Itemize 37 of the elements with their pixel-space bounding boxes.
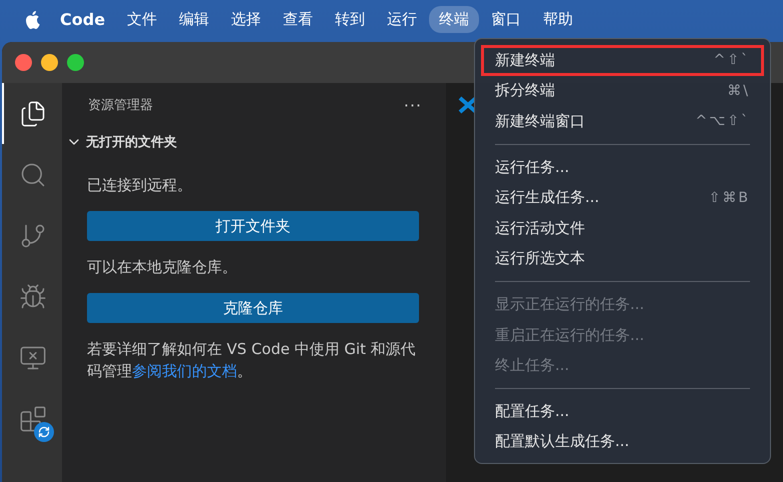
menu-bar-item[interactable]: 运行 (377, 6, 428, 32)
zoom-button[interactable] (67, 54, 84, 71)
menu-item[interactable]: 运行生成任务... ⇧⌘B (481, 182, 764, 213)
sync-badge (34, 422, 54, 442)
menu-bar-item[interactable]: 文件 (117, 6, 168, 32)
info-text: 可以在本地克隆仓库。 (87, 257, 238, 278)
menu-bar-item[interactable]: 窗口 (481, 6, 532, 32)
minimize-button[interactable] (41, 54, 58, 71)
info-text: 若要详细了解如何在 VS Code 中使用 Git 和源代码管理参阅我们的文档。 (87, 339, 417, 382)
blocks-icon (19, 404, 47, 432)
menu-bar-item[interactable]: 选择 (221, 6, 272, 32)
app-menu[interactable]: Code (42, 6, 116, 32)
menu-item[interactable]: 运行任务... (481, 152, 764, 182)
menu-item[interactable]: 拆分终端 ⌘\ (481, 76, 764, 106)
action-button[interactable]: 打开文件夹 (87, 211, 419, 241)
menu-bar-item[interactable]: 帮助 (533, 6, 584, 32)
close-button[interactable] (15, 54, 32, 71)
menu-bar-item[interactable]: 编辑 (169, 6, 220, 32)
menu-item[interactable]: 运行所选文本 (481, 244, 764, 274)
info-text: 已连接到远程。 (87, 175, 193, 196)
section-title[interactable]: 无打开的文件夹 (86, 133, 177, 151)
menu-item[interactable]: 新建终端窗口 ^⌥⇧` (481, 106, 764, 137)
more-button[interactable]: ··· (404, 96, 422, 114)
apple-icon[interactable] (24, 10, 40, 28)
sidebar-title: 资源管理器 (88, 97, 153, 114)
search-icon (19, 160, 47, 188)
menu-bar-item[interactable]: 终端 (429, 6, 480, 32)
docs-link[interactable]: 参阅我们的文档 (132, 362, 237, 380)
menu-item[interactable]: 配置默认生成任务... (481, 426, 764, 458)
action-button[interactable]: 克隆仓库 (87, 293, 419, 323)
menu-item[interactable]: 运行活动文件 (481, 212, 764, 244)
menu-bar-item[interactable]: 查看 (273, 6, 324, 32)
monitor-icon (19, 344, 47, 372)
menu-item[interactable]: 配置任务... (481, 396, 764, 426)
menu-bar-item[interactable]: 转到 (325, 6, 376, 32)
files-icon (19, 100, 47, 128)
bug-icon (19, 282, 47, 310)
